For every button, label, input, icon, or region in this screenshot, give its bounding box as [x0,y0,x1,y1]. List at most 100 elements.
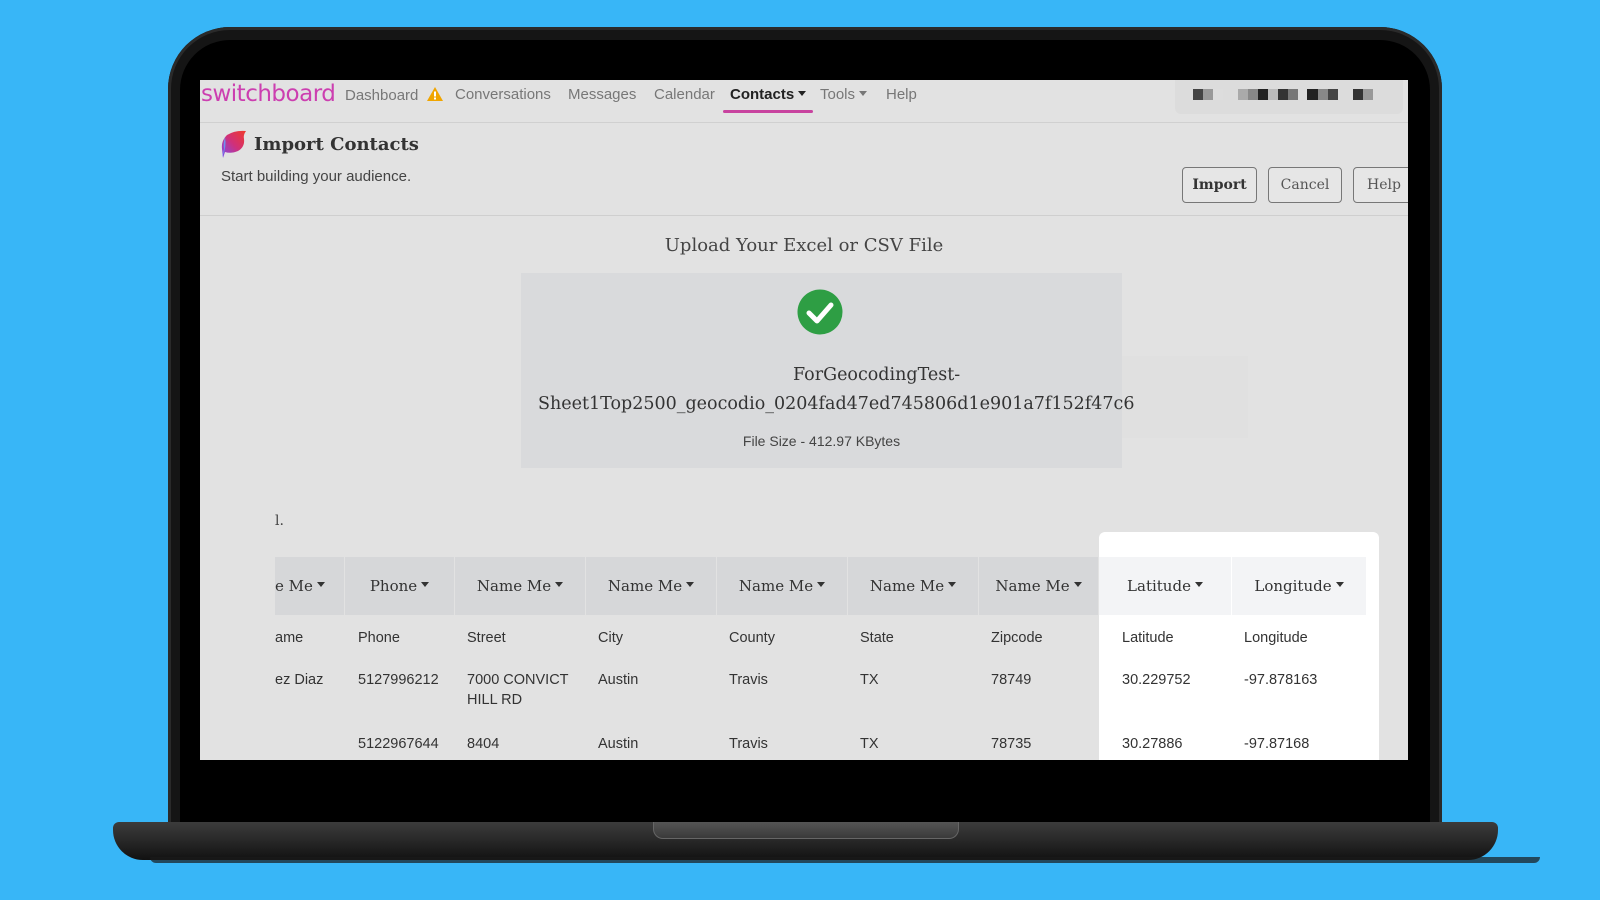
column-mapping-dropdown[interactable]: Name Me [979,557,1099,615]
check-circle-icon [797,289,843,340]
table-cell [275,734,358,760]
laptop-shadow [150,857,1540,863]
table-cell: City [598,630,623,646]
nav-conversations[interactable]: Conversations [455,86,551,103]
chevron-down-icon [1335,582,1344,587]
redacted-block [1278,89,1288,100]
cancel-button[interactable]: Cancel [1268,167,1342,203]
import-contacts-logo-icon [221,129,249,164]
table-cell: 5122967644 [358,736,439,752]
upload-title: Upload Your Excel or CSV File [664,235,944,256]
redacted-block [1193,89,1203,100]
table-cell: 5127996212 [358,672,439,688]
column-mapping-dropdown-latitude[interactable]: Latitude [1099,557,1232,615]
warning-icon [426,86,444,106]
mapping-label: Name Me [476,577,552,595]
redacted-block [1353,89,1363,100]
page-header: Import Contacts Start building your audi… [200,124,1408,216]
chevron-down-icon [1073,582,1082,587]
redacted-block [1213,89,1223,100]
column-mapping-dropdown[interactable]: e Me [275,557,345,615]
uploaded-file-name: ForGeocodingTest- Sheet1Top2500_geocodio… [521,361,1161,419]
chevron-down-icon [316,582,325,587]
redacted-block [1268,89,1278,100]
mapping-label: Latitude [1127,577,1191,595]
table-cell: 78749 [991,672,1032,688]
mapping-label: Name Me [607,577,683,595]
top-navbar: switchboard Dashboard Conversations Mess… [200,80,1408,123]
table-cell: TX [860,736,879,752]
nav-tools[interactable]: Tools [820,86,868,103]
redacted-block [1238,89,1248,100]
page-title: Import Contacts [254,134,419,155]
brand-logo[interactable]: switchboard [201,81,336,107]
chevron-down-icon [817,582,826,587]
table-cell: -97.87168 [1244,736,1310,752]
chevron-down-icon [948,582,957,587]
chevron-down-icon [686,582,695,587]
table-cell: 7000 CONVICT HILL RD [467,672,569,708]
chevron-down-icon [421,582,430,587]
column-mapping-dropdown[interactable]: Name Me [717,557,848,615]
redacted-block [1307,89,1318,100]
app-screen: switchboard Dashboard Conversations Mess… [200,80,1408,760]
chevron-down-icon [555,582,564,587]
column-mapping-dropdown-longitude[interactable]: Longitude [1232,557,1367,615]
laptop-hinge-notch [653,822,959,839]
nav-messages[interactable]: Messages [568,86,636,103]
table-cell: ame [275,630,304,646]
nav-dashboard[interactable]: Dashboard [345,86,444,106]
chevron-down-icon [1194,582,1203,587]
table-column-names-row: ame Phone Street City County State Zipco… [275,628,1374,670]
file-size: File Size - 412.97 KBytes [742,433,901,449]
mapping-label: e Me [275,577,313,595]
file-upload-dropzone[interactable]: ForGeocodingTest- Sheet1Top2500_geocodio… [521,273,1135,468]
nav-help[interactable]: Help [886,86,917,103]
nav-contacts[interactable]: Contacts [730,86,807,103]
table-cell: Latitude [1122,630,1174,646]
nav-calendar[interactable]: Calendar [654,86,715,103]
redacted-block [1288,89,1298,100]
table-cell: Austin [598,736,639,752]
redacted-block [1258,89,1268,100]
table-cell: 8404 [467,736,500,752]
column-mapping-dropdown[interactable]: Name Me [586,557,717,615]
table-row: ez Diaz 5127996212 7000 CONVICT HILL RD … [275,670,1374,734]
table-cell: Street [467,630,506,646]
table-cell: Travis [729,672,768,688]
redacted-block [1363,89,1373,100]
active-tab-indicator [723,110,813,113]
chevron-down-icon [798,91,807,97]
column-mapping-header: e Me Phone Name Me Name Me Name Me Name … [275,557,1367,615]
preview-table: ame Phone Street City County State Zipco… [275,628,1374,760]
column-mapping-dropdown[interactable]: Name Me [455,557,586,615]
help-button[interactable]: Help [1353,167,1408,203]
partial-instruction-text: l. [275,513,284,529]
file-name-line-1: ForGeocodingTest- [793,365,961,385]
table-cell: ez Diaz [275,672,324,688]
table-row: 5122967644 8404 Austin Travis TX 78735 3… [275,734,1374,760]
table-cell: Travis [729,736,768,752]
chevron-down-icon [859,91,868,97]
file-name-line-2: Sheet1Top2500_geocodio_0204fad47ed745806… [538,394,1135,414]
table-cell: Longitude [1244,630,1308,646]
table-cell: State [860,630,894,646]
import-button[interactable]: Import [1182,167,1257,203]
redacted-block [1248,89,1258,100]
user-account-menu[interactable] [1175,80,1403,114]
table-cell: 30.27886 [1122,736,1183,752]
table-cell: Austin [598,672,639,688]
redacted-block [1318,89,1328,100]
table-cell: 78735 [991,736,1032,752]
column-mapping-dropdown[interactable]: Name Me [848,557,979,615]
table-cell: Zipcode [991,630,1043,646]
nav-dashboard-label: Dashboard [345,87,419,104]
table-cell: TX [860,672,879,688]
mapping-label: Phone [369,577,418,595]
table-cell: -97.878163 [1244,672,1318,688]
redacted-block [1203,89,1213,100]
table-cell: 30.229752 [1122,672,1191,688]
page-subtitle: Start building your audience. [221,168,412,185]
mapping-label: Name Me [995,577,1070,595]
column-mapping-dropdown[interactable]: Phone [345,557,455,615]
